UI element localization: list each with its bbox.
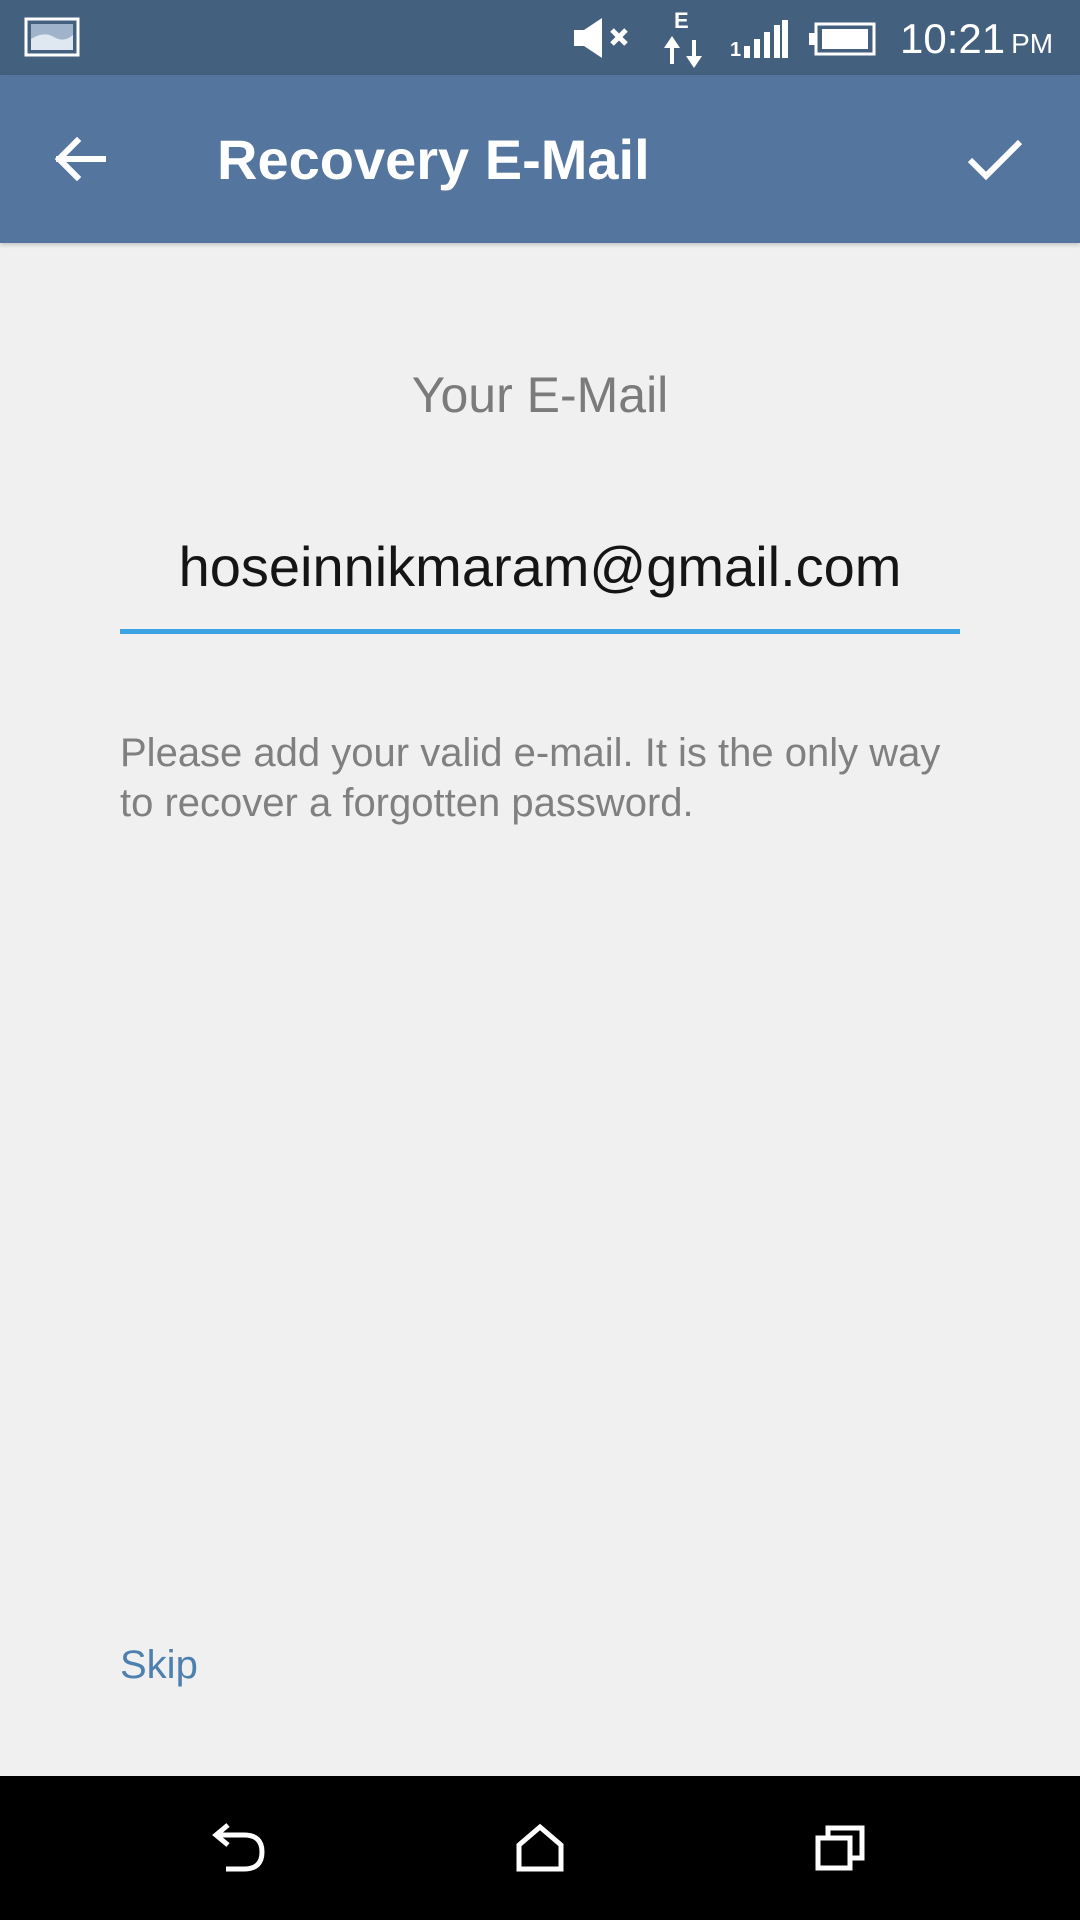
clock-ampm: PM bbox=[1011, 28, 1054, 59]
nav-back-button[interactable] bbox=[190, 1798, 290, 1898]
clock-time: 10:21 bbox=[900, 15, 1006, 62]
skip-link[interactable]: Skip bbox=[120, 1640, 198, 1690]
page-title: Recovery E-Mail bbox=[217, 128, 650, 191]
back-icon bbox=[212, 1823, 265, 1872]
hint-text: Please add your valid e-mail. It is the … bbox=[120, 731, 941, 825]
home-icon bbox=[516, 1823, 564, 1872]
app-bar: Recovery E-Mail bbox=[0, 75, 1080, 243]
gallery-icon bbox=[24, 17, 80, 57]
email-input[interactable] bbox=[120, 530, 960, 602]
recents-icon bbox=[815, 1825, 865, 1871]
nav-recents-button[interactable] bbox=[790, 1798, 890, 1898]
done-button[interactable] bbox=[955, 119, 1035, 199]
arrow-left-icon bbox=[54, 136, 106, 182]
status-time: 10:21 PM bbox=[900, 14, 1053, 64]
checkmark-icon bbox=[967, 139, 1023, 181]
svg-text:1: 1 bbox=[730, 39, 741, 58]
email-label: Your E-Mail bbox=[411, 367, 669, 423]
nav-home-button[interactable] bbox=[490, 1798, 590, 1898]
status-bar: E 1 10:21 PM bbox=[0, 0, 1080, 75]
back-button[interactable] bbox=[40, 119, 120, 199]
navigation-bar bbox=[0, 1776, 1080, 1920]
svg-text:E: E bbox=[674, 8, 689, 33]
edge-data-icon: E bbox=[664, 8, 702, 68]
battery-icon bbox=[809, 22, 876, 56]
email-underline bbox=[120, 629, 960, 634]
signal-icon: 1 bbox=[730, 20, 788, 58]
mute-icon bbox=[574, 18, 628, 58]
